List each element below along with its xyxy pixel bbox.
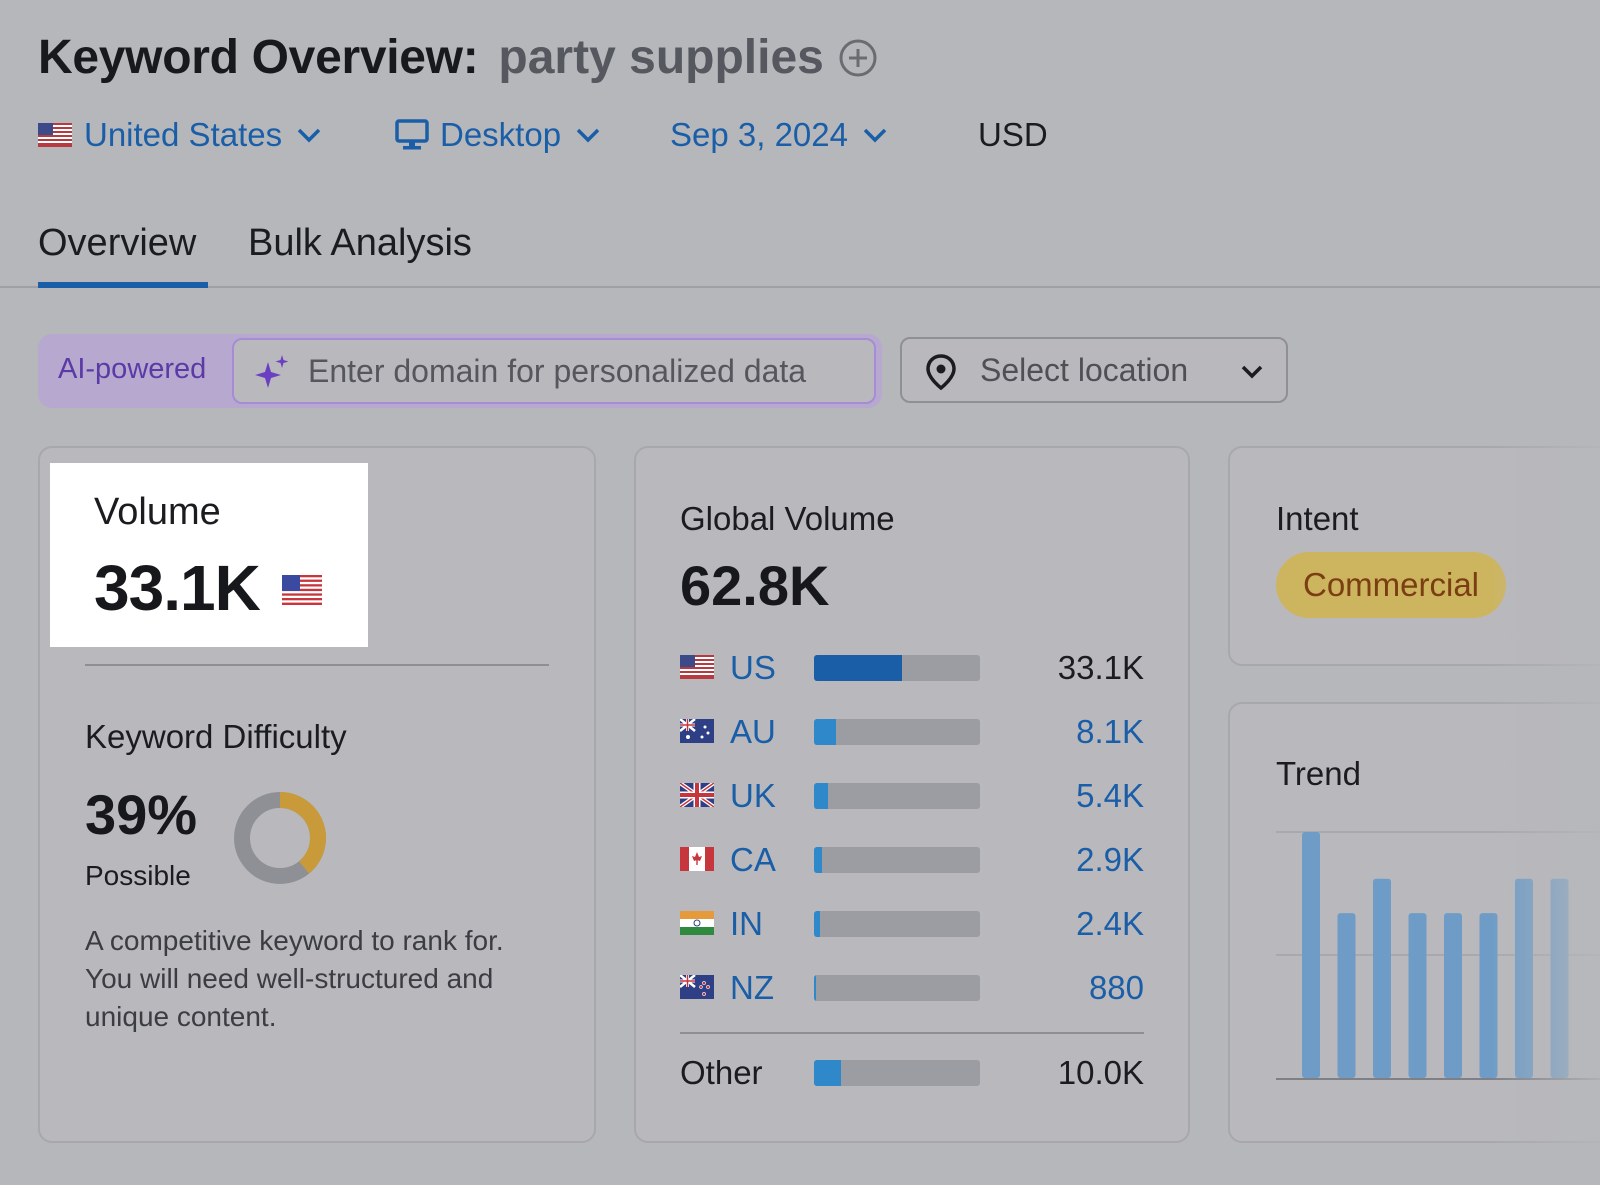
trend-bar bbox=[1550, 878, 1569, 1078]
country-label: United States bbox=[84, 116, 283, 153]
country-volume[interactable]: 880 bbox=[1089, 969, 1144, 1007]
global-volume-value: 62.8K bbox=[680, 554, 830, 617]
device-label: Desktop bbox=[440, 116, 562, 153]
ai-powered-label: AI-powered bbox=[58, 353, 207, 385]
country-code[interactable]: IN bbox=[730, 905, 763, 943]
other-label: Other bbox=[680, 1054, 763, 1091]
country-row-uk: UK 5.4K bbox=[680, 776, 1144, 816]
kd-level: Possible bbox=[85, 860, 191, 891]
volume-share-bar bbox=[814, 655, 980, 681]
kd-donut-chart bbox=[234, 792, 326, 884]
trend-bar bbox=[1408, 913, 1427, 1078]
volume-share-bar bbox=[814, 1060, 980, 1086]
volume-share-bar bbox=[814, 719, 980, 745]
trend-chart bbox=[1276, 831, 1600, 1080]
tab-overview[interactable]: Overview bbox=[38, 222, 196, 265]
au-flag-icon bbox=[680, 719, 714, 743]
country-volume: 33.1K bbox=[1057, 649, 1144, 686]
domain-input-wrapper bbox=[232, 338, 876, 404]
volume-label: Volume bbox=[94, 491, 221, 533]
trend-label: Trend bbox=[1276, 755, 1361, 792]
kd-value: 39% bbox=[85, 783, 198, 846]
chevron-down-icon bbox=[1241, 365, 1263, 379]
filter-bar: United States Desktop Sep 3, 2024 USD bbox=[38, 110, 1138, 160]
in-flag-icon bbox=[680, 911, 714, 935]
country-volume[interactable]: 2.4K bbox=[1076, 905, 1144, 943]
country-code[interactable]: US bbox=[730, 649, 776, 687]
intent-badge: Commercial bbox=[1276, 552, 1506, 618]
country-volume[interactable]: 2.9K bbox=[1076, 841, 1144, 879]
us-flag-icon bbox=[282, 575, 322, 605]
country-code[interactable]: CA bbox=[730, 841, 776, 879]
page-title: Keyword Overview: bbox=[38, 31, 479, 84]
country-dropdown[interactable]: United States bbox=[38, 110, 322, 160]
device-dropdown[interactable]: Desktop bbox=[394, 110, 601, 160]
ai-domain-bar: AI-powered bbox=[38, 334, 882, 408]
sparkle-icon bbox=[255, 355, 289, 388]
date-dropdown[interactable]: Sep 3, 2024 bbox=[670, 110, 888, 160]
chevron-down-icon bbox=[297, 128, 321, 143]
location-select[interactable]: Select location bbox=[900, 337, 1288, 403]
country-code[interactable]: AU bbox=[730, 713, 776, 751]
country-row-other: Other 10.0K bbox=[680, 1053, 1144, 1093]
country-row-us: US 33.1K bbox=[680, 648, 1144, 688]
location-pin-icon bbox=[926, 354, 956, 391]
tab-bar: Overview Bulk Analysis bbox=[0, 212, 1600, 294]
date-label: Sep 3, 2024 bbox=[670, 116, 848, 153]
currency-label: USD bbox=[978, 116, 1048, 153]
volume-share-bar bbox=[814, 847, 980, 873]
country-volume[interactable]: 5.4K bbox=[1076, 777, 1144, 815]
trend-bar bbox=[1479, 913, 1498, 1078]
country-row-ca: CA 2.9K bbox=[680, 840, 1144, 880]
country-code[interactable]: UK bbox=[730, 777, 776, 815]
keyword-title: party supplies bbox=[498, 31, 824, 84]
location-placeholder: Select location bbox=[980, 352, 1189, 388]
tabs-divider bbox=[0, 286, 1600, 288]
country-code[interactable]: NZ bbox=[730, 969, 774, 1007]
volume-highlight: Volume 33.1K bbox=[50, 463, 368, 647]
country-row-au: AU 8.1K bbox=[680, 712, 1144, 752]
trend-bar bbox=[1302, 832, 1320, 1078]
page-header: Keyword Overview: party supplies bbox=[38, 30, 878, 85]
chevron-down-icon bbox=[576, 128, 600, 143]
global-volume-divider bbox=[680, 1032, 1144, 1034]
trend-bar bbox=[1515, 878, 1533, 1078]
kd-label: Keyword Difficulty bbox=[85, 718, 347, 755]
kd-description: A competitive keyword to rank for. You w… bbox=[85, 925, 504, 1032]
trend-bar bbox=[1373, 878, 1391, 1078]
country-volume[interactable]: 8.1K bbox=[1076, 713, 1144, 751]
active-tab-indicator bbox=[38, 282, 208, 288]
ca-flag-icon bbox=[680, 847, 714, 871]
us-flag-icon bbox=[680, 655, 714, 679]
trend-bar bbox=[1337, 913, 1356, 1078]
volume-value: 33.1K bbox=[94, 552, 261, 624]
uk-flag-icon bbox=[680, 783, 714, 807]
trend-bar bbox=[1444, 913, 1462, 1078]
volume-share-bar bbox=[814, 975, 980, 1001]
domain-input[interactable] bbox=[308, 340, 868, 402]
nz-flag-icon bbox=[680, 975, 714, 999]
country-row-nz: NZ 880 bbox=[680, 968, 1144, 1008]
other-volume: 10.0K bbox=[1057, 1054, 1144, 1091]
intent-label: Intent bbox=[1276, 500, 1359, 537]
global-volume-label: Global Volume bbox=[680, 500, 895, 537]
volume-share-bar bbox=[814, 783, 980, 809]
chevron-down-icon bbox=[863, 128, 887, 143]
tab-bulk-analysis[interactable]: Bulk Analysis bbox=[248, 222, 472, 265]
add-keyword-icon[interactable] bbox=[838, 38, 878, 78]
desktop-icon bbox=[395, 119, 429, 150]
card-divider bbox=[85, 664, 549, 666]
country-row-in: IN 2.4K bbox=[680, 904, 1144, 944]
us-flag-icon bbox=[38, 123, 72, 147]
volume-share-bar bbox=[814, 911, 980, 937]
